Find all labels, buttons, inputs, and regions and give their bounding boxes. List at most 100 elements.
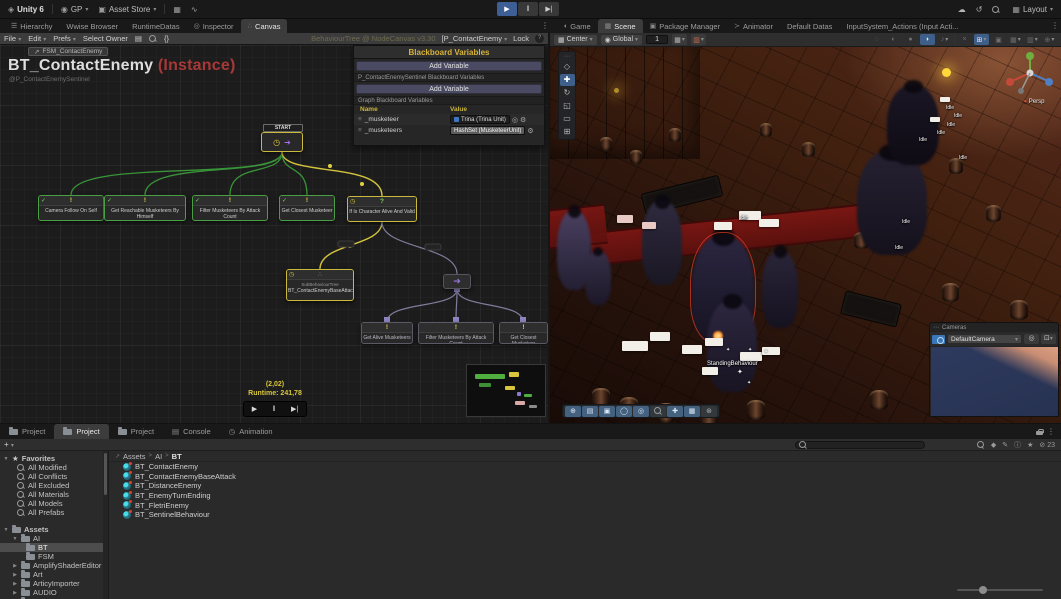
slider-thumb[interactable] bbox=[979, 586, 987, 594]
pivot-dropdown[interactable]: ▦Center▾ bbox=[554, 35, 597, 45]
account-dropdown[interactable]: ◉ GP ▾ bbox=[59, 5, 91, 14]
node-get-closest-2[interactable]: ! Get Closest Musketeer bbox=[499, 322, 548, 344]
tab-default-datas[interactable]: Default Datas bbox=[780, 19, 839, 33]
root-node[interactable]: ◷➔ bbox=[261, 132, 303, 152]
cloud-icon[interactable]: ☁ bbox=[958, 5, 966, 14]
right-pane-menu-icon[interactable]: ⋮ bbox=[1051, 21, 1059, 30]
project-search-input[interactable] bbox=[795, 441, 925, 449]
folder-item[interactable]: ▶Art bbox=[0, 570, 103, 579]
tools-overlay-button[interactable]: ▤ bbox=[582, 406, 598, 417]
tab-animator[interactable]: ≻Animator bbox=[727, 19, 780, 33]
tab-project-1[interactable]: Project bbox=[0, 424, 54, 439]
node-filter-musketeers[interactable]: ✓! Filter Musketeers By Attack Count bbox=[192, 195, 268, 221]
scale-tool-button[interactable]: ◱ bbox=[560, 100, 575, 112]
asset-item[interactable]: BT_ContactEnemy bbox=[109, 462, 1061, 472]
services-button[interactable]: ∿ bbox=[189, 5, 200, 14]
character-silhouette[interactable] bbox=[642, 200, 682, 285]
grid-visibility-button[interactable]: ▥▾ bbox=[691, 34, 706, 45]
collapse-icon[interactable]: ↗ bbox=[115, 453, 120, 460]
node-filter-musketeers-2[interactable]: ! Filter Musketeers By Attack Count bbox=[418, 322, 494, 344]
render-mode-icon[interactable]: ◌ bbox=[869, 34, 884, 45]
favorite-item[interactable]: All Materials bbox=[0, 490, 103, 499]
graph-canvas[interactable]: ↗ FSM_ContactEnemy BT_ContactEnemy (Inst… bbox=[0, 45, 548, 423]
gear-icon[interactable]: ⚙ bbox=[520, 116, 526, 124]
layout-dropdown[interactable]: ▦ Layout ▾ bbox=[1010, 5, 1055, 14]
history-icon[interactable]: ↺ bbox=[976, 5, 983, 14]
audio-toggle-icon[interactable]: ♪▾ bbox=[937, 34, 952, 45]
favorite-item[interactable]: All Conflicts bbox=[0, 472, 103, 481]
cameras-overlay-title[interactable]: ⋯ Cameras bbox=[930, 323, 1058, 332]
target-icon[interactable]: ◎ bbox=[512, 116, 518, 124]
folder-bt[interactable]: BT bbox=[0, 543, 103, 552]
character-silhouette[interactable] bbox=[762, 250, 798, 328]
search-by-type-icon[interactable] bbox=[977, 441, 985, 449]
favorite-item[interactable]: All Excluded bbox=[0, 481, 103, 490]
folder-item[interactable]: ▶ArticyImporter bbox=[0, 579, 103, 588]
camera-select-dropdown[interactable]: DefaultCamera▾ bbox=[947, 334, 1022, 344]
move-tool-button[interactable]: ✚ bbox=[560, 74, 575, 86]
menu-edit[interactable]: Edit ▾ bbox=[28, 34, 46, 43]
character-silhouette[interactable] bbox=[887, 85, 939, 165]
tab-project-3[interactable]: Project bbox=[109, 424, 163, 439]
node-get-closest[interactable]: ✓! Get Closest Musketeer bbox=[279, 195, 335, 221]
node-camera-follow[interactable]: ✓! Camera Follow On Self bbox=[38, 195, 104, 221]
space-dropdown[interactable]: ◉Global▾ bbox=[601, 35, 642, 45]
select-owner-button[interactable]: Select Owner bbox=[83, 34, 128, 43]
tools-overlay-button[interactable]: ⊕ bbox=[565, 406, 581, 417]
lighting-toggle-icon[interactable]: ● bbox=[903, 34, 918, 45]
gear-icon[interactable]: ⚙ bbox=[527, 127, 533, 135]
unity-menu[interactable]: ◈ Unity 6 bbox=[6, 5, 46, 14]
play-button[interactable]: ▶ bbox=[497, 2, 517, 16]
tab-console[interactable]: ▤Console bbox=[163, 424, 220, 439]
search-icon[interactable] bbox=[149, 35, 157, 43]
tab-game[interactable]: ◖Game bbox=[556, 19, 598, 33]
shaded-sphere-icon[interactable]: ◐ bbox=[886, 34, 901, 45]
graph-step-icon[interactable]: ▶| bbox=[291, 405, 298, 413]
asset-store-dropdown[interactable]: ▣ Asset Store ▾ bbox=[96, 5, 158, 14]
camera-focus-button[interactable]: ◎ bbox=[1024, 334, 1039, 344]
view-tool-button[interactable]: ◇ bbox=[560, 61, 575, 73]
asset-item[interactable]: BT_SentinelBehaviour bbox=[109, 510, 1061, 520]
asset-item[interactable]: BT_FletriEnemy bbox=[109, 500, 1061, 510]
overlay-handle-icon[interactable]: ⋯ bbox=[560, 54, 575, 60]
lock-icon[interactable] bbox=[1036, 429, 1043, 435]
persp-label[interactable]: ● Persp bbox=[1012, 99, 1056, 105]
snap-settings-button[interactable]: ▦▾ bbox=[672, 34, 687, 45]
pause-button[interactable]: ‖ bbox=[518, 2, 538, 16]
character-silhouette[interactable] bbox=[857, 150, 927, 255]
search-icon[interactable] bbox=[992, 6, 1000, 14]
character-silhouette[interactable] bbox=[585, 250, 611, 305]
menu-file[interactable]: File ▾ bbox=[4, 34, 21, 43]
skybox-toggle-icon[interactable]: ◗ bbox=[920, 34, 935, 45]
rotate-tool-button[interactable]: ↻ bbox=[560, 87, 575, 99]
grid-snap-field[interactable]: 1 bbox=[646, 35, 668, 44]
tab-wwise-browser[interactable]: Wwise Browser bbox=[59, 19, 125, 33]
tab-hierarchy[interactable]: ☰Hierarchy bbox=[4, 19, 59, 33]
favorite-icon[interactable]: ★ bbox=[1027, 441, 1033, 449]
graph-minimap[interactable] bbox=[466, 364, 546, 417]
tool-overlay-icon[interactable]: ⊞▾ bbox=[974, 34, 989, 45]
lock-toggle[interactable]: Lock bbox=[513, 34, 529, 43]
node-subtree[interactable]: ◷∴ SubBehaviourTreeBT_ContactEnemyBaseAt… bbox=[286, 269, 354, 301]
braces-icon[interactable]: {} bbox=[164, 34, 169, 43]
light-gizmo-icon[interactable] bbox=[942, 68, 951, 77]
node-sequencer[interactable]: ➔ bbox=[443, 274, 471, 289]
crumb-assets[interactable]: Assets bbox=[123, 452, 146, 461]
view-options-icon[interactable]: ▥▾ bbox=[1025, 34, 1040, 45]
variable-value-field[interactable]: Trina (Trina Unit) bbox=[450, 115, 510, 124]
tab-canvas[interactable]: ∴Canvas bbox=[241, 19, 288, 33]
favorite-item[interactable]: All Prefabs bbox=[0, 508, 103, 517]
breadcrumb[interactable]: ↗ FSM_ContactEnemy bbox=[28, 47, 108, 56]
label-filter-icon[interactable]: ✎ bbox=[1002, 441, 1008, 449]
node-get-reachable[interactable]: ✓! Get Reachable Musketeers By Himself bbox=[104, 195, 186, 221]
orientation-gizmo[interactable] bbox=[1002, 51, 1058, 101]
graph-pause-icon[interactable]: ‖ bbox=[273, 406, 276, 413]
variable-row[interactable]: ≡_musketeer Trina (Trina Unit) ◎ ⚙ bbox=[354, 114, 544, 125]
gizmos-dropdown-icon[interactable]: ⊕▾ bbox=[1042, 34, 1057, 45]
tools-overlay-button[interactable]: ◯ bbox=[616, 406, 632, 417]
crumb-ai[interactable]: AI bbox=[155, 452, 162, 461]
rect-tool-button[interactable]: ▭ bbox=[560, 113, 575, 125]
favorites-header[interactable]: ▼ ★ Favorites bbox=[0, 454, 103, 463]
hidden-count-badge[interactable]: ⊘ 23 bbox=[1039, 441, 1055, 449]
tab-animation[interactable]: ◷Animation bbox=[220, 424, 282, 439]
